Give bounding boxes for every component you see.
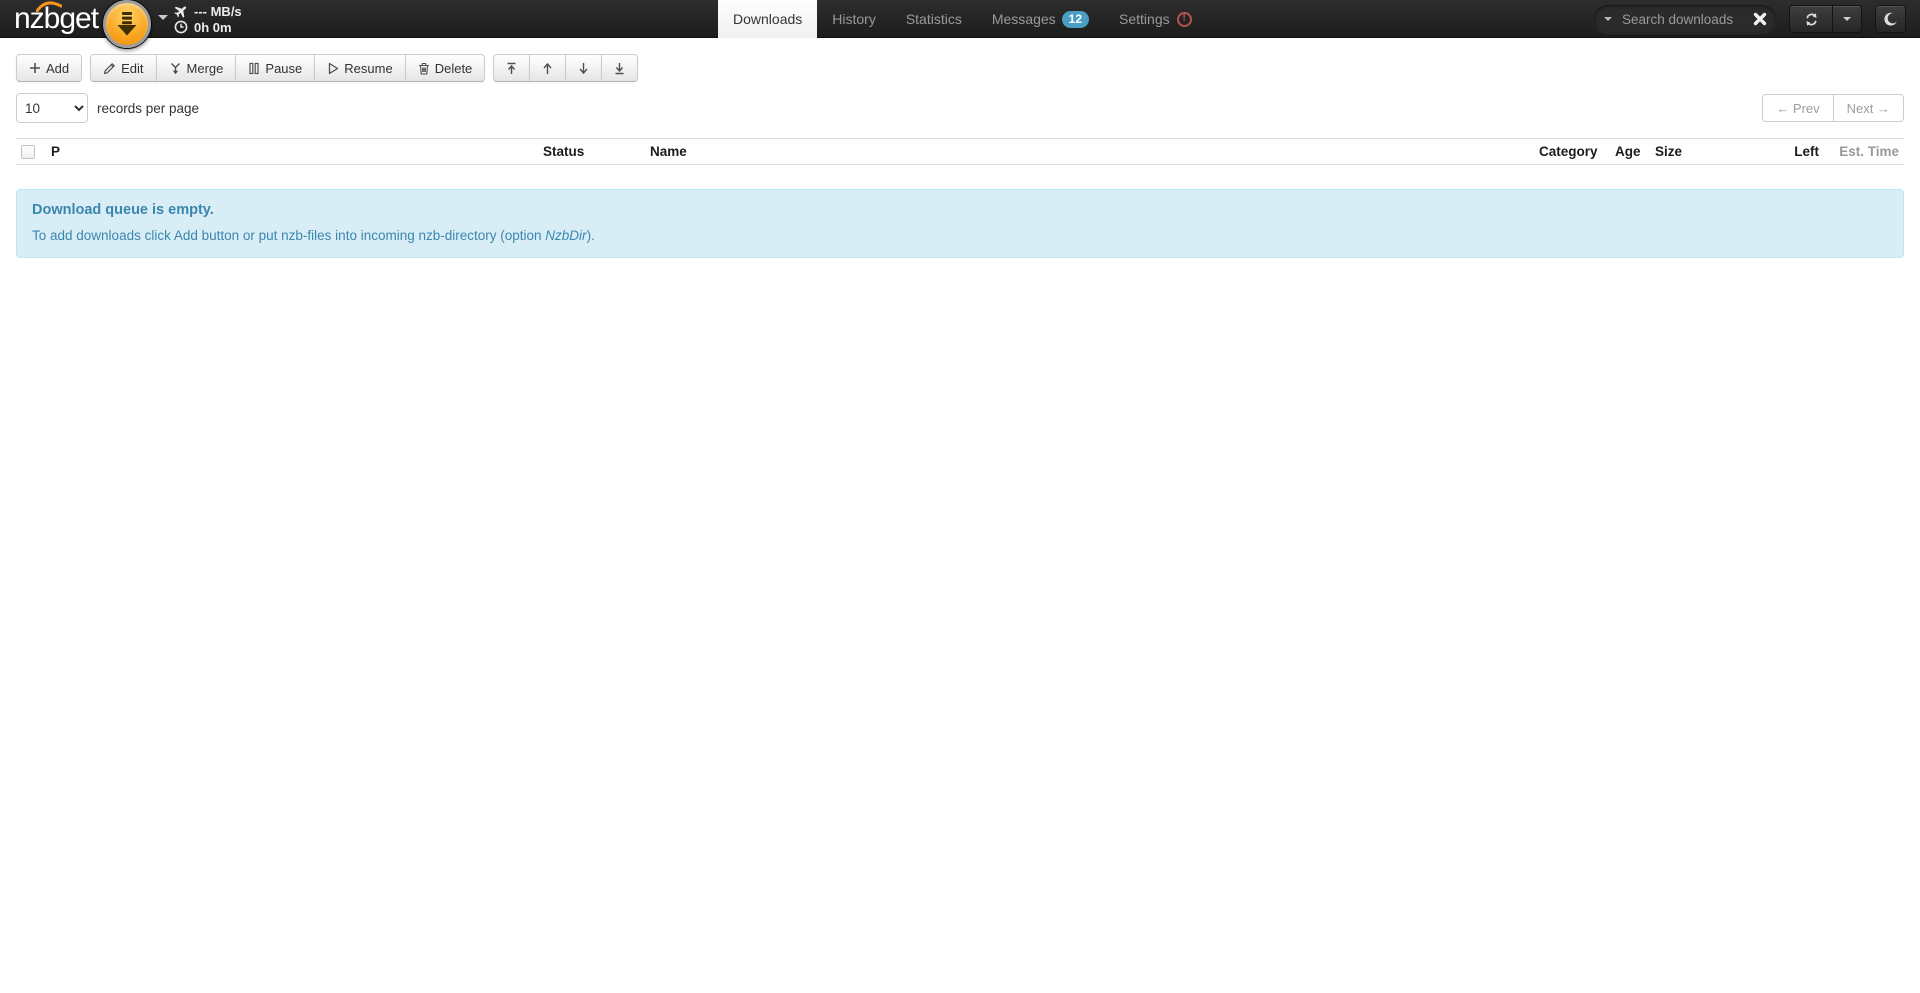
chevron-down-icon [1843,17,1851,21]
move-to-top-icon [505,62,518,75]
records-per-page-select[interactable]: 10 [16,93,88,123]
list-controls-row: 10 records per page ← Prev Next → [16,93,1904,123]
add-button-group: Add [16,54,82,82]
move-down-icon [577,62,590,75]
move-down-button[interactable] [565,54,602,82]
pause-icon [248,62,260,75]
edit-button[interactable]: Edit [90,54,156,82]
search-box [1594,5,1776,33]
pause-button[interactable]: Pause [235,54,315,82]
add-button[interactable]: Add [16,54,82,82]
add-button-label: Add [46,61,69,76]
download-queue-table: P Status Name Category Age Size Left Est… [16,138,1904,165]
left-column-header[interactable]: Left [1762,139,1824,165]
empty-queue-message-prefix: To add downloads click Add button or put… [32,228,545,243]
messages-count-badge: 12 [1062,11,1089,28]
tab-downloads[interactable]: Downloads [718,0,817,38]
empty-queue-message: To add downloads click Add button or put… [32,228,1888,243]
search-options-caret-icon[interactable] [1604,17,1612,21]
play-pause-download-button[interactable] [103,0,151,48]
tab-history[interactable]: History [817,0,891,38]
prev-page-label: ← Prev [1776,101,1819,116]
tab-statistics-label: Statistics [906,0,962,38]
clock-icon [174,20,188,34]
select-all-checkbox[interactable] [21,145,35,159]
trash-icon [418,62,430,75]
download-menu-caret-icon[interactable] [158,15,168,20]
name-column-header[interactable]: Name [645,139,1534,165]
merge-button-label: Merge [187,61,224,76]
plus-icon [29,62,41,74]
delete-button[interactable]: Delete [405,54,486,82]
download-speed: --- MB/s [194,4,242,19]
queue-toolbar: Add Edit Merge [16,54,1904,82]
nzbdir-option-name: NzbDir [545,228,586,243]
category-column-header[interactable]: Category [1534,139,1610,165]
navbar-right-controls [1594,5,1906,33]
next-page-button[interactable]: Next → [1833,94,1904,122]
next-page-label: Next → [1847,101,1890,116]
priority-column-header[interactable]: P [46,139,538,165]
refresh-button[interactable] [1789,5,1833,33]
est-time-column-header[interactable]: Est. Time [1824,139,1904,165]
tab-history-label: History [832,0,876,38]
records-per-page-label: records per page [97,101,199,116]
move-to-bottom-icon [613,62,626,75]
tab-messages[interactable]: Messages 12 [977,0,1104,38]
settings-warning-icon: ! [1177,12,1192,27]
tab-settings[interactable]: Settings ! [1104,0,1207,38]
move-button-group [493,54,638,82]
empty-queue-message-suffix: ). [587,228,595,243]
search-clear-icon[interactable] [1753,12,1767,26]
status-column-header[interactable]: Status [538,139,645,165]
main-tabs: Downloads History Statistics Messages 12… [718,0,1207,38]
dark-mode-button[interactable] [1875,5,1906,33]
resume-button-label: Resume [344,61,392,76]
empty-queue-alert: Download queue is empty. To add download… [16,189,1904,258]
plane-speed-icon [174,4,188,18]
edit-button-label: Edit [121,61,143,76]
top-navbar: nzbget --- MB/s [0,0,1920,38]
move-to-top-button[interactable] [493,54,530,82]
tab-downloads-label: Downloads [733,0,802,38]
status-block: --- MB/s 0h 0m [174,3,242,35]
play-icon [327,62,339,75]
search-input[interactable] [1620,11,1747,28]
refresh-icon [1804,12,1819,27]
move-up-button[interactable] [529,54,566,82]
refresh-interval-caret-button[interactable] [1833,5,1862,33]
tab-settings-label: Settings [1119,0,1170,38]
resume-button[interactable]: Resume [314,54,405,82]
pause-button-label: Pause [265,61,302,76]
edit-button-group: Edit Merge Pause [90,54,485,82]
delete-button-label: Delete [435,61,473,76]
select-all-header [16,139,46,165]
merge-button[interactable]: Merge [156,54,237,82]
moon-icon [1883,12,1898,27]
move-to-bottom-button[interactable] [601,54,638,82]
empty-queue-title: Download queue is empty. [32,202,1888,218]
pagination: ← Prev Next → [1762,94,1904,122]
age-column-header[interactable]: Age [1610,139,1650,165]
size-column-header[interactable]: Size [1650,139,1762,165]
table-header-row: P Status Name Category Age Size Left Est… [16,139,1904,165]
refresh-button-group [1789,5,1862,33]
download-arrow-icon [117,11,137,37]
prev-page-button[interactable]: ← Prev [1762,94,1833,122]
tab-statistics[interactable]: Statistics [891,0,977,38]
logo-arc-icon [36,1,62,12]
merge-icon [169,62,182,75]
tab-messages-label: Messages [992,0,1056,38]
move-up-icon [541,62,554,75]
pencil-icon [103,62,116,75]
remaining-time: 0h 0m [194,20,232,35]
